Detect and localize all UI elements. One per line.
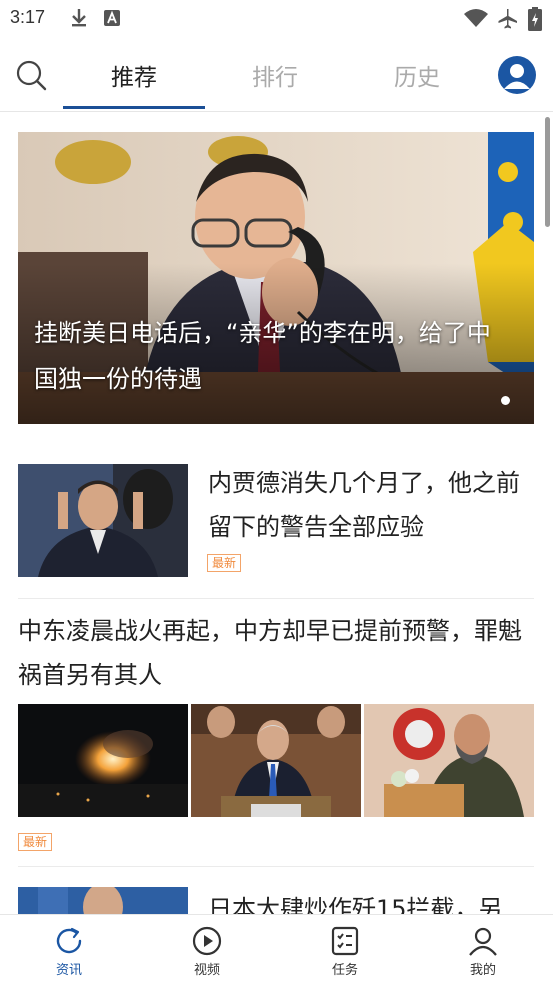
news-title[interactable]: 内贾德消失几个月了，他之前留下的警告全部应验 [208,461,534,549]
status-bar: 3:17 [0,0,553,36]
news-feed[interactable]: 挂断美日电话后，“亲华”的李在明，给了中国独一份的待遇 内贾德消失几个月了，他之… [0,113,553,914]
airplane-mode-icon [498,9,517,29]
task-list-icon [331,926,359,956]
text-a-icon [104,10,120,26]
night-explosion-photo [18,704,188,817]
news-thumbnail[interactable] [191,704,361,817]
tab-ranking[interactable]: 排行 [215,58,335,92]
bottom-navigation: 资讯 视频 任务 我的 [0,914,553,984]
news-thumbnail[interactable] [18,464,188,577]
hero-banner[interactable]: 挂断美日电话后，“亲华”的李在明，给了中国独一份的待遇 [18,132,534,424]
carousel-indicator [501,396,510,405]
nav-label: 我的 [469,963,496,978]
play-icon [192,926,222,956]
nav-label: 资讯 [55,963,82,978]
man-waving-photo [18,464,188,577]
search-icon[interactable] [14,58,48,92]
refresh-icon [56,927,82,954]
news-item[interactable]: 日本大肆炒作歼15拦截，另 [18,887,534,914]
tab-history[interactable]: 历史 [357,58,477,92]
download-icon [72,9,86,27]
status-time: 3:17 [10,7,46,27]
top-tab-bar: 推荐 排行 历史 [0,36,553,112]
tab-recommended[interactable]: 推荐 [74,58,194,92]
news-thumbnail[interactable] [364,704,534,817]
feed-scrollbar[interactable] [545,117,550,227]
news-thumbnail[interactable] [18,704,188,817]
battery-charging-icon [528,7,542,31]
wifi-icon [464,9,488,27]
news-item[interactable]: 中东凌晨战火再起，中方却早已提前预警，罪魁祸首另有其人 最新 [18,599,534,867]
profile-icon [504,64,530,89]
profile-button[interactable] [498,56,536,94]
nav-tasks[interactable]: 任务 [305,925,385,978]
news-thumbnail[interactable] [18,887,188,914]
nav-label: 任务 [331,963,358,978]
news-title[interactable]: 中东凌晨战火再起，中方却早已提前预警，罪魁祸首另有其人 [18,609,534,697]
nav-profile[interactable]: 我的 [443,925,523,978]
news-photo [18,887,188,914]
military-officer-speaking-photo [364,704,534,817]
news-title[interactable]: 日本大肆炒作歼15拦截，另 [208,887,534,914]
status-badge: 最新 [207,554,242,572]
man-at-podium-photo [191,704,361,817]
nav-label: 视频 [193,963,220,978]
person-icon [469,927,497,956]
status-badge: 最新 [18,833,53,851]
active-tab-indicator [63,106,205,109]
hero-title[interactable]: 挂断美日电话后，“亲华”的李在明，给了中国独一份的待遇 [34,310,514,402]
nav-video[interactable]: 视频 [167,925,247,978]
nav-news[interactable]: 资讯 [29,925,109,978]
news-item[interactable]: 内贾德消失几个月了，他之前留下的警告全部应验 最新 [18,461,534,599]
